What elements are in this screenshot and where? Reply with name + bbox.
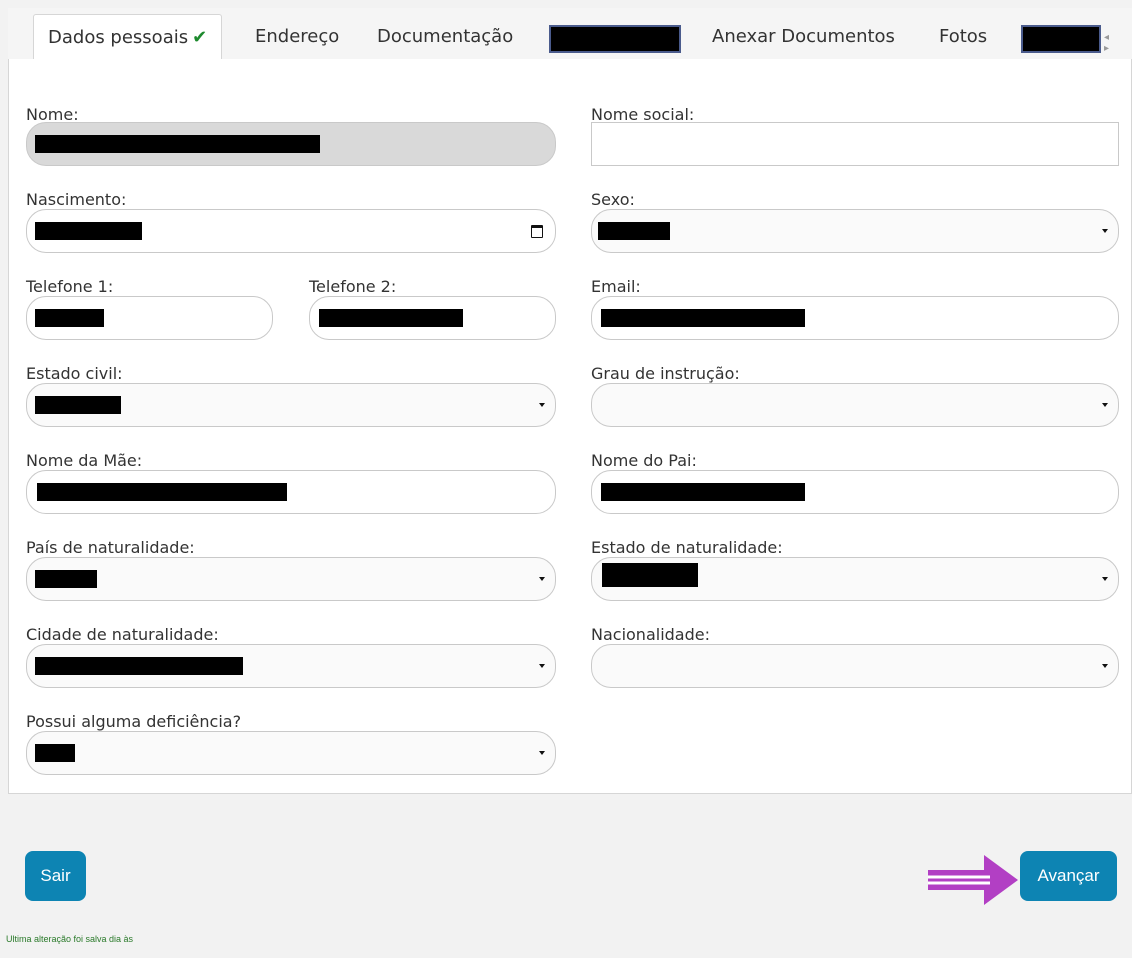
tab-bar: Dados pessoais ✔ Endereço Documentação An… <box>8 8 1132 61</box>
sexo-label: Sexo: <box>591 190 635 209</box>
nascimento-label: Nascimento: <box>26 190 127 209</box>
redacted-value <box>601 483 805 501</box>
sair-button[interactable]: Sair <box>25 851 86 901</box>
nacionalidade-label: Nacionalidade: <box>591 625 710 644</box>
tab-redacted-1[interactable] <box>549 25 681 53</box>
tab-anexar-documentos[interactable]: Anexar Documentos <box>712 14 895 60</box>
nome-field <box>26 122 556 166</box>
redacted-value <box>35 744 75 762</box>
grau-instrucao-label: Grau de instrução: <box>591 364 740 383</box>
tab-redacted-2[interactable] <box>1021 25 1101 53</box>
chevron-down-icon <box>1102 229 1108 233</box>
chevron-down-icon <box>539 577 545 581</box>
tab-endereco[interactable]: Endereço <box>255 14 339 60</box>
redacted-value <box>35 396 121 414</box>
redacted-value <box>601 309 805 327</box>
tab-fotos[interactable]: Fotos <box>939 14 987 60</box>
cidade-naturalidade-select[interactable] <box>26 644 556 688</box>
pais-naturalidade-label: País de naturalidade: <box>26 538 195 557</box>
email-input[interactable] <box>591 296 1119 340</box>
redacted-value <box>35 309 104 327</box>
nome-social-input[interactable] <box>591 122 1119 166</box>
chevron-down-icon <box>539 664 545 668</box>
chevron-down-icon <box>539 403 545 407</box>
nome-mae-input[interactable] <box>26 470 556 514</box>
redacted-value <box>35 657 243 675</box>
tab-documentacao[interactable]: Documentação <box>377 14 513 60</box>
last-saved-status: Ultima alteração foi salva dia às <box>6 934 134 944</box>
deficiencia-select[interactable] <box>26 731 556 775</box>
redacted-value <box>35 222 142 240</box>
arrow-right-icon <box>928 855 1018 905</box>
tab-documentacao-label: Documentação <box>377 26 514 47</box>
email-label: Email: <box>591 277 641 296</box>
tab-dados-pessoais[interactable]: Dados pessoais ✔ <box>33 14 223 61</box>
redacted-value <box>319 309 463 327</box>
tab-endereco-label: Endereço <box>255 26 340 47</box>
tab-scroll-arrows-icon[interactable]: ◂ ▸ <box>1104 32 1132 54</box>
pais-naturalidade-select[interactable] <box>26 557 556 601</box>
chevron-down-icon <box>1102 664 1108 668</box>
telefone1-label: Telefone 1: <box>26 277 114 296</box>
nome-mae-label: Nome da Mãe: <box>26 451 143 470</box>
redacted-value <box>602 563 698 587</box>
redacted-value <box>35 135 320 153</box>
chevron-down-icon <box>1102 403 1108 407</box>
form-panel: Nome: Nome social: Nascimento: Sexo: Tel… <box>8 59 1132 794</box>
estado-civil-select[interactable] <box>26 383 556 427</box>
chevron-down-icon <box>1102 577 1108 581</box>
estado-naturalidade-label: Estado de naturalidade: <box>591 538 783 557</box>
check-icon: ✔ <box>192 27 208 48</box>
telefone2-input[interactable] <box>309 296 556 340</box>
grau-instrucao-select[interactable] <box>591 383 1119 427</box>
sexo-select[interactable] <box>591 209 1119 253</box>
tab-fotos-label: Fotos <box>939 26 988 47</box>
redacted-value <box>598 222 670 240</box>
avancar-button[interactable]: Avançar <box>1020 851 1117 901</box>
estado-civil-label: Estado civil: <box>26 364 123 383</box>
deficiencia-label: Possui alguma deficiência? <box>26 712 242 731</box>
redacted-value <box>35 570 97 588</box>
nome-pai-input[interactable] <box>591 470 1119 514</box>
nascimento-date-input[interactable] <box>26 209 556 253</box>
calendar-icon[interactable] <box>531 225 543 238</box>
tab-anexar-label: Anexar Documentos <box>712 26 895 47</box>
nome-pai-label: Nome do Pai: <box>591 451 697 470</box>
estado-naturalidade-select[interactable] <box>591 557 1119 601</box>
redacted-value <box>37 483 287 501</box>
cidade-naturalidade-label: Cidade de naturalidade: <box>26 625 219 644</box>
telefone1-input[interactable] <box>26 296 273 340</box>
tab-dados-pessoais-label: Dados pessoais <box>48 27 189 48</box>
chevron-down-icon <box>539 751 545 755</box>
telefone2-label: Telefone 2: <box>309 277 397 296</box>
nacionalidade-select[interactable] <box>591 644 1119 688</box>
